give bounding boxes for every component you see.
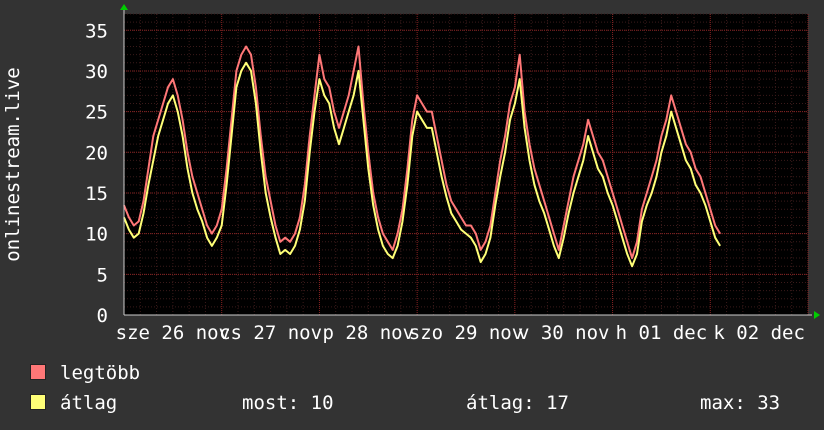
x-tick-label: v 30 nov: [518, 322, 610, 344]
x-tick-label: k 02 dec: [713, 322, 805, 344]
x-tick-label: szo 29 nov: [409, 322, 523, 344]
x-tick-label: cs 27 nov: [219, 322, 322, 344]
y-tick-label: 35: [85, 20, 108, 42]
y-tick-label: 25: [85, 102, 108, 124]
legend-row-max: legtöbb: [30, 362, 140, 384]
legend-swatch-max: [30, 364, 46, 380]
x-tick-label: p 28 nov: [323, 322, 415, 344]
y-tick-label: 20: [85, 142, 108, 164]
legend-avg-entry: átlag: [30, 392, 117, 414]
y-tick-label: 15: [85, 183, 108, 205]
y-axis-arrow: [120, 4, 128, 10]
legend-swatch-avg: [30, 394, 46, 410]
legend-row-avg: átlag most: 10 átlag: 17 max: 33: [30, 392, 820, 418]
y-tick-label: 10: [85, 224, 108, 246]
x-axis-arrow: [814, 311, 820, 319]
stat-max: max: 33: [700, 392, 781, 414]
stat-avg: átlag: 17: [466, 392, 569, 414]
y-tick-label: 30: [85, 61, 108, 83]
chart: 0 5 10 15 20 25 30 35 sze 26 novcs 27 nov p 28 no…: [2, 4, 820, 344]
x-tick-label: h 01 dec: [616, 322, 708, 344]
legend-label-avg: átlag: [60, 392, 118, 414]
legend-label-max: legtöbb: [60, 362, 141, 384]
y-axis-title: onlinestream.live: [2, 67, 24, 261]
y-tick-label: 5: [97, 264, 108, 286]
stat-now: most: 10: [242, 392, 334, 414]
y-tick-label: 0: [97, 305, 108, 327]
x-tick-label: sze 26 nov: [116, 322, 230, 344]
